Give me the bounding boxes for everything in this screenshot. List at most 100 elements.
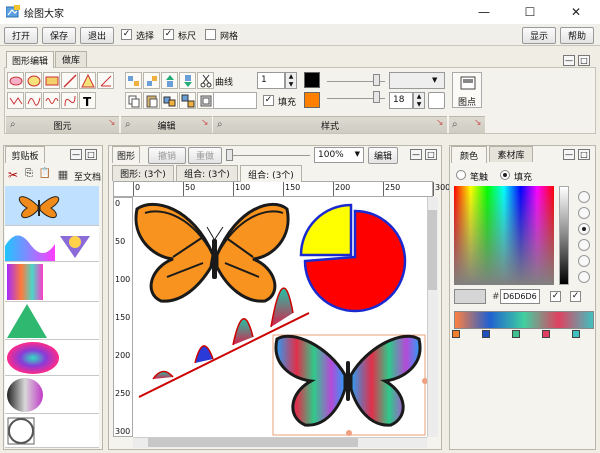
fill-radio[interactable] — [500, 170, 510, 180]
ribbon-restore-icon[interactable]: □ — [578, 55, 590, 66]
tab-clipboard[interactable]: 剪贴板 — [5, 146, 45, 163]
font-size-spinner-icon[interactable]: ▲ ▼ — [413, 92, 425, 109]
bring-front-icon[interactable] — [161, 72, 178, 89]
polyline-tool-icon[interactable] — [7, 92, 24, 109]
close-button[interactable]: ✕ — [554, 0, 598, 24]
tab-group-1[interactable]: 组合: (3个) — [176, 165, 238, 181]
wave-tool-icon[interactable] — [43, 92, 60, 109]
exit-button[interactable]: 退出 — [80, 27, 114, 44]
line-width-spinner-icon[interactable]: ▲ ▼ — [285, 72, 297, 89]
help-button[interactable]: 帮助 — [560, 27, 594, 44]
ellipse-tool-icon[interactable] — [7, 72, 24, 89]
clip-item-ellipse[interactable] — [5, 340, 99, 376]
paste-icon[interactable]: 📋 — [38, 168, 52, 182]
zoom-slider-thumb[interactable] — [226, 149, 233, 161]
copy-icon[interactable]: ⎘ — [22, 168, 36, 182]
fill-color-swatch[interactable] — [304, 92, 320, 108]
drawing-canvas[interactable] — [133, 197, 427, 437]
gradient-bar[interactable] — [454, 311, 594, 329]
align-right-icon[interactable] — [143, 72, 160, 89]
tab-library[interactable]: 做库 — [55, 51, 87, 67]
text-tool-icon[interactable]: T — [79, 92, 96, 109]
tab-shapes[interactable]: 图形 — [112, 146, 140, 163]
paste-icon[interactable] — [143, 92, 160, 109]
freehand-tool-icon[interactable] — [61, 92, 78, 109]
circle-tool-icon[interactable] — [25, 72, 42, 89]
gradient-butterfly-shape[interactable] — [274, 334, 422, 427]
selection-handle[interactable] — [346, 430, 352, 436]
color-apply-checkbox[interactable]: ✓ — [550, 291, 561, 302]
send-back-icon[interactable] — [179, 72, 196, 89]
color-spectrum[interactable] — [454, 186, 554, 285]
edit-button[interactable]: 编辑 — [368, 147, 398, 164]
color-minimize-icon[interactable]: — — [563, 149, 575, 160]
preset-swatch[interactable] — [578, 191, 590, 203]
preset-swatch[interactable] — [578, 207, 590, 219]
ribbon-minimize-icon[interactable]: — — [563, 55, 575, 66]
clip-item-ring[interactable] — [5, 414, 99, 448]
clipboard-restore-icon[interactable]: □ — [85, 149, 97, 160]
minimize-button[interactable]: — — [462, 0, 506, 24]
group-icon[interactable] — [161, 92, 178, 109]
gradient-stop[interactable] — [452, 330, 460, 338]
gradient-stop[interactable] — [512, 330, 520, 338]
arc-tool-icon[interactable] — [97, 72, 114, 89]
text-color-button[interactable] — [428, 92, 445, 109]
save-button[interactable]: 保存 — [42, 27, 76, 44]
gradient-stop[interactable] — [572, 330, 580, 338]
color-lock-checkbox[interactable]: ✓ — [570, 291, 581, 302]
clip-item-butterfly[interactable] — [5, 186, 99, 226]
tab-material[interactable]: 素材库 — [489, 146, 533, 162]
expand-icon[interactable]: ↘ — [201, 118, 209, 128]
layer-icon[interactable] — [197, 92, 214, 109]
canvas-restore-icon[interactable]: □ — [425, 149, 437, 160]
line-color-swatch[interactable] — [304, 72, 320, 88]
show-button[interactable]: 显示 — [522, 27, 556, 44]
cut-icon[interactable]: ✂ — [6, 168, 20, 182]
pie-chart-shape[interactable] — [299, 203, 407, 313]
align-left-icon[interactable] — [125, 72, 142, 89]
tab-group-2[interactable]: 组合: (3个) — [240, 165, 302, 182]
tab-color[interactable]: 颜色 — [451, 146, 487, 163]
clip-item-triangle[interactable] — [5, 302, 99, 340]
fill-checkbox[interactable]: ✓ — [263, 95, 274, 106]
expand-icon[interactable]: ↘ — [436, 118, 444, 128]
cut-icon[interactable] — [197, 72, 214, 89]
preset-swatch[interactable] — [578, 239, 590, 251]
clip-item-gradient-rect[interactable] — [5, 262, 99, 302]
expand-icon[interactable]: ↘ — [108, 118, 116, 128]
copy-icon[interactable] — [125, 92, 142, 109]
color-restore-icon[interactable]: □ — [578, 149, 590, 160]
gradient-stop[interactable] — [482, 330, 490, 338]
to-document-button[interactable]: 至文档 — [74, 170, 101, 183]
size-slider-thumb[interactable] — [373, 91, 380, 103]
rectangle-tool-icon[interactable] — [43, 72, 60, 89]
select-checkbox[interactable]: ✓ — [121, 29, 132, 40]
ungroup-icon[interactable] — [179, 92, 196, 109]
expand-icon[interactable]: ↘ — [474, 118, 482, 128]
preset-swatch[interactable] — [578, 255, 590, 267]
maximize-button[interactable]: ☐ — [508, 0, 552, 24]
orange-butterfly-shape[interactable] — [134, 202, 290, 303]
ruler-checkbox[interactable]: ✓ — [163, 29, 174, 40]
brightness-slider[interactable] — [559, 186, 569, 285]
undo-button[interactable]: 撤销 — [148, 147, 186, 164]
clipboard-minimize-icon[interactable]: — — [70, 149, 82, 160]
points-button[interactable]: 图点 — [452, 72, 482, 108]
clip-item-circle[interactable] — [5, 376, 99, 414]
line-width-input[interactable]: 1 — [257, 72, 285, 89]
open-button[interactable]: 打开 — [4, 27, 38, 44]
preset-swatch[interactable] — [578, 271, 590, 283]
redo-button[interactable]: 重做 — [188, 147, 222, 164]
triangle-tool-icon[interactable] — [79, 72, 96, 89]
tab-shape-edit[interactable]: 图形编辑 — [6, 51, 54, 68]
vertical-scrollbar-thumb[interactable] — [428, 210, 437, 290]
grid-checkbox[interactable] — [205, 29, 216, 40]
opacity-slider-thumb[interactable] — [373, 74, 380, 86]
font-size-input[interactable]: 18 — [389, 92, 413, 109]
tab-shapes-count[interactable]: 图形: (3个) — [112, 165, 174, 181]
hex-input[interactable]: D6D6D6 — [500, 289, 540, 304]
stroke-radio[interactable] — [456, 170, 466, 180]
zoom-dropdown[interactable]: 100% ▼ — [314, 147, 364, 163]
preset-swatch[interactable] — [578, 223, 590, 235]
